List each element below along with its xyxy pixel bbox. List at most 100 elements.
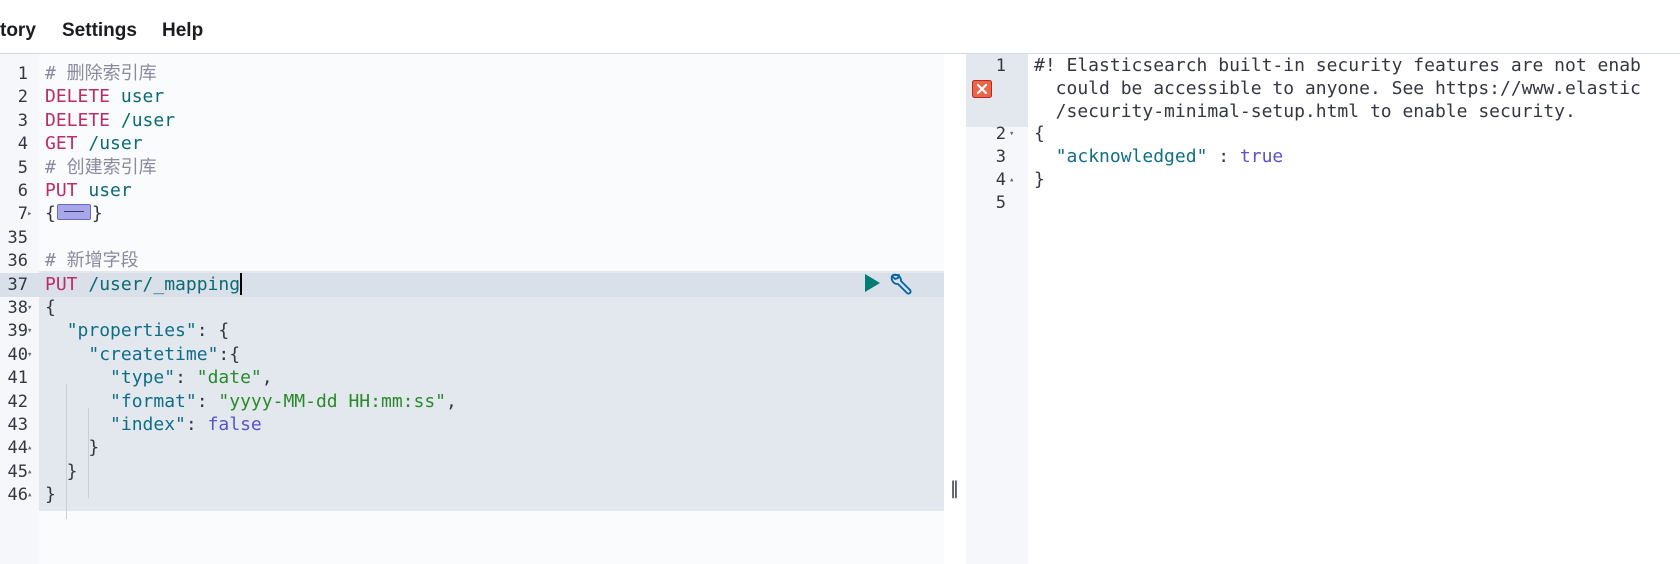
code-text: DELETE /user [45, 109, 175, 133]
code-text: GET /user [45, 132, 143, 156]
code-text: # 创建索引库 [45, 156, 157, 180]
wrench-icon[interactable] [888, 271, 914, 297]
code-token: } [45, 484, 56, 506]
line-number: 39 [7, 321, 28, 342]
code-text: # 删除索引库 [45, 62, 157, 86]
json-separator: : [1207, 146, 1240, 168]
editor-line[interactable]: 44 ▴ } [0, 436, 944, 460]
editor-line[interactable]: 45 ▴ } [0, 460, 944, 484]
request-editor[interactable]: 1 # 删除索引库 2 DELETE user 3 DELETE /user 4 GET /u… [0, 54, 944, 564]
output-line: 4 ▴} [966, 168, 1680, 192]
line-number: 46 [7, 485, 28, 506]
output-line: 2 ▾ { [966, 122, 1680, 146]
json-value: true [1239, 146, 1284, 168]
line-number: 1 [995, 56, 1006, 76]
fold-toggle-icon[interactable]: ▸ [27, 202, 32, 226]
editor-line[interactable]: 39 ▾ "properties": { [0, 319, 944, 343]
output-line: 5 [966, 191, 1680, 215]
code-text: } [45, 460, 78, 484]
code-token: , [446, 390, 457, 412]
code-token: user [77, 180, 132, 201]
code-token: PUT [45, 273, 78, 295]
fold-toggle-icon[interactable]: ▴ [27, 436, 32, 460]
resize-handle-icon[interactable]: ‖ [950, 478, 959, 499]
code-token: :{ [218, 343, 241, 365]
code-token: # 删除索引库 [45, 63, 157, 84]
code-token: , [261, 367, 273, 389]
code-token: GET [45, 133, 78, 155]
code-token: "date" [196, 367, 262, 389]
menu-history[interactable]: tory [0, 20, 36, 42]
code-token: } [45, 460, 78, 482]
code-text: { [45, 296, 56, 320]
folded-block-icon[interactable] [56, 204, 91, 221]
output-text: { [1034, 123, 1045, 145]
code-text: "format": "yyyy-MM-dd HH:mm:ss", [45, 390, 457, 414]
code-token: { [45, 297, 56, 318]
top-menu-bar: tory Settings Help [0, 0, 1680, 54]
line-number: 41 [7, 368, 28, 389]
editor-line[interactable]: 6 PUT user [0, 179, 944, 203]
code-token: DELETE [45, 86, 111, 108]
editor-line[interactable]: 40 ▾ "createtime":{ [0, 343, 944, 367]
output-line: could be accessible to anyone. See https… [966, 77, 1680, 101]
code-text: "createtime":{ [45, 343, 240, 367]
code-text: DELETE user [45, 85, 164, 109]
line-number: 2 [995, 124, 1006, 145]
output-line: 1 #! Elasticsearch built-in security feat… [966, 54, 1680, 78]
code-token: : [175, 367, 197, 389]
editor-line[interactable]: 46 ▴} [0, 483, 944, 507]
line-number: 5 [995, 192, 1006, 213]
code-text: "index": false [45, 413, 262, 437]
output-line: /security-minimal-setup.html to enable s… [966, 100, 1680, 124]
code-token: "index" [110, 414, 186, 435]
code-text: {} [45, 202, 103, 226]
editor-line[interactable]: 7 ▸ {} [0, 202, 944, 226]
editor-line[interactable]: 42 "format": "yyyy-MM-dd HH:mm:ss", [0, 390, 944, 414]
line-number: 37 [7, 274, 28, 295]
line-number: 3 [17, 110, 28, 131]
editor-line[interactable]: 5 # 创建索引库 [0, 156, 944, 180]
line-number: 5 [17, 157, 28, 178]
code-token: "format" [110, 390, 197, 412]
editor-line[interactable]: 2 DELETE user [0, 85, 944, 109]
editor-line[interactable]: 43 "index": false [0, 413, 944, 437]
editor-line[interactable]: 35 [0, 226, 944, 250]
code-token: "yyyy-MM-dd HH:mm:ss" [218, 390, 446, 412]
menu-settings[interactable]: Settings [62, 20, 137, 42]
play-icon[interactable] [862, 272, 882, 294]
editor-line[interactable]: 1 # 删除索引库 [0, 62, 944, 86]
editor-line[interactable]: 38 ▾ { [0, 296, 944, 320]
fold-toggle-icon[interactable]: ▾ [1009, 122, 1014, 146]
fold-toggle-icon[interactable]: ▴ [27, 460, 32, 484]
response-output: 1 #! Elasticsearch built-in security feat… [966, 54, 1680, 564]
line-number: 40 [7, 344, 28, 365]
editor-line[interactable]: 4 GET /user [0, 132, 944, 156]
pane-divider[interactable]: ‖ [944, 54, 966, 564]
json-key: "acknowledged" [1055, 146, 1208, 168]
fold-toggle-icon[interactable]: ▾ [27, 343, 32, 367]
code-token: : [196, 390, 219, 412]
editor-line[interactable]: 41 "type": "date", [0, 366, 944, 390]
editor-line[interactable]: 36 # 新增字段 [0, 249, 944, 273]
code-token: DELETE [45, 109, 111, 131]
line-number: 2 [17, 87, 28, 108]
code-token: # 创建索引库 [45, 156, 157, 178]
code-token: : { [196, 320, 230, 342]
fold-toggle-icon[interactable]: ▴ [27, 483, 32, 507]
text-cursor [240, 272, 243, 295]
fold-toggle-icon[interactable]: ▾ [27, 296, 32, 320]
fold-toggle-icon[interactable]: ▴ [1009, 168, 1014, 192]
editor-line[interactable]: 37 PUT /user/_mapping [0, 272, 944, 297]
indent-guide [66, 384, 67, 519]
code-text: PUT user [45, 179, 132, 203]
output-text: "acknowledged" : true [1034, 145, 1284, 169]
menu-help[interactable]: Help [162, 20, 203, 42]
code-token: # 新增字段 [45, 250, 139, 272]
fold-toggle-icon[interactable]: ▾ [27, 319, 32, 343]
line-number: 44 [7, 438, 28, 459]
editor-line[interactable]: 3 DELETE /user [0, 109, 944, 133]
